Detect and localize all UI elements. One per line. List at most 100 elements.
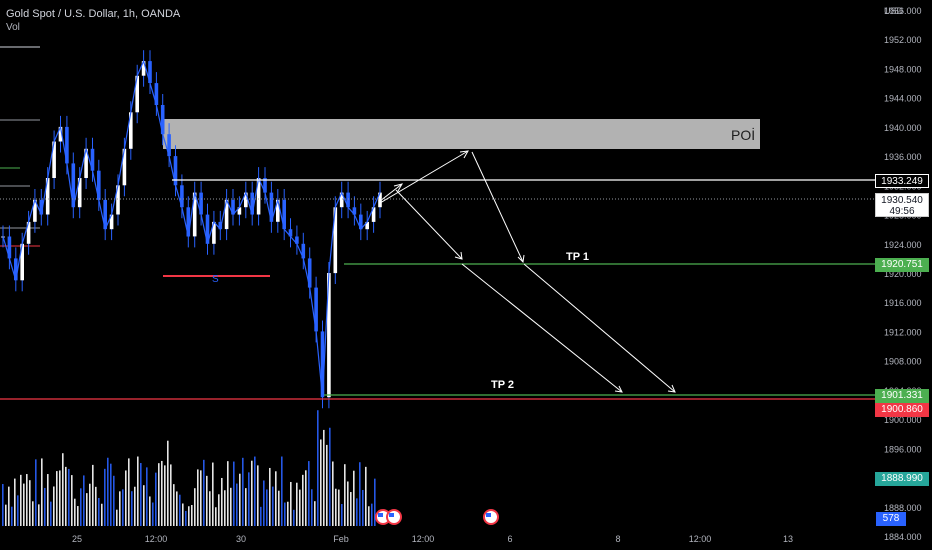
tp1-label: TP 1 [566,251,589,263]
volume-bar [170,464,172,526]
volume-bar [359,462,361,526]
price-tick-label: 1912.000 [884,327,922,337]
volume-bar [365,466,367,526]
volume-bar [53,486,55,526]
volume-label[interactable]: Vol [6,21,180,35]
volume-bar [149,496,151,526]
volume-bar [158,463,160,526]
volume-bar [122,489,124,526]
volume-bar [29,480,31,526]
volume-bar [203,459,205,526]
volume-bar [302,474,304,526]
volume-bar [371,503,373,526]
symbol-title[interactable]: Gold Spot / U.S. Dollar, 1h, OANDA [6,8,180,20]
volume-bar [131,491,133,526]
vol-green-tag: 1888.990 [875,472,929,486]
us-flag-icon-2[interactable] [386,509,402,525]
volume-bar [230,487,232,526]
volume-bar [11,506,13,526]
price-tick-label: 1924.000 [884,240,922,250]
volume-value-tag: 578 [876,512,906,526]
volume-bar [140,463,142,526]
volume-bar [209,491,211,526]
volume-bar [176,491,178,526]
volume-bar [44,487,46,526]
tp2-level-tag: 1901.331 [875,389,929,403]
volume-bar [251,460,253,526]
volume-bar [356,498,358,526]
volume-bar [143,485,145,526]
volume-bar [155,472,157,526]
volume-bar [173,484,175,526]
volume-bar [164,465,166,526]
volume-bar [23,483,25,526]
volume-bar [167,440,169,526]
volume-bar [68,468,70,526]
time-tick-label: 8 [615,534,620,544]
volume-bar [50,501,52,526]
volume-bar [185,510,187,526]
volume-bar [266,489,268,526]
volume-bar [254,456,256,526]
price-tick-label: 1940.000 [884,123,922,133]
volume-bar [332,461,334,526]
volume-bar [320,439,322,526]
us-flag-icon-3[interactable] [483,509,499,525]
volume-bar [275,471,277,526]
s-label: S [212,274,219,285]
volume-bar [182,503,184,526]
volume-bar [347,481,349,526]
price-tick-label: 1936.000 [884,152,922,162]
volume-bar [236,483,238,526]
countdown-value: 49:56 [889,206,915,217]
volume-bar [8,486,10,526]
volume-bar [128,458,130,526]
volume-bar [308,461,310,526]
price-tick-label: 1948.000 [884,64,922,74]
volume-bar [92,464,94,526]
volume-bar [194,488,196,526]
volume-bar [296,482,298,526]
volume-bar [353,470,355,526]
time-tick-label: 30 [236,534,246,544]
price-tick-label: 1884.000 [884,532,922,542]
volume-bar [224,490,226,526]
volume-bar [86,493,88,526]
price-tick-label: 1944.000 [884,94,922,104]
time-axis-ticks: 25 12:00 30 Feb 12:00 6 8 12:00 13 [72,534,793,544]
time-tick-label: 12:00 [145,534,168,544]
volume-histogram [2,410,376,526]
last-price-tag: 1930.540 49:56 [875,193,929,217]
price-tick-label: 1952.000 [884,35,922,45]
price-tick-label: 1896.000 [884,444,922,454]
volume-bar [62,453,64,526]
poi-zone[interactable] [163,119,760,149]
poi-label: POİ [731,126,755,143]
volume-bar [260,506,262,526]
volume-bar [119,491,121,526]
volume-bar [338,489,340,526]
volume-bar [152,502,154,526]
volume-bar [89,483,91,526]
time-tick-label: 25 [72,534,82,544]
volume-bar [305,470,307,526]
volume-bar [299,489,301,526]
projection-arrows[interactable] [379,150,676,393]
time-tick-label: 12:00 [689,534,712,544]
volume-bar [38,504,40,526]
price-tick-label: 1908.000 [884,357,922,367]
volume-bar [368,506,370,526]
volume-bar [179,494,181,526]
volume-bar [146,467,148,526]
price-tick-label: 1916.000 [884,298,922,308]
volume-bar [77,506,79,526]
time-tick-label: Feb [333,534,349,544]
volume-bar [5,504,7,526]
chart-canvas[interactable]: USD 1956.0001952.0001948.0001944.0001940… [0,0,932,550]
time-tick-label: 13 [783,534,793,544]
volume-bar [104,468,106,526]
volume-bar [284,502,286,526]
volume-bar [245,488,247,526]
volume-bar [14,478,16,526]
volume-bar [134,486,136,526]
